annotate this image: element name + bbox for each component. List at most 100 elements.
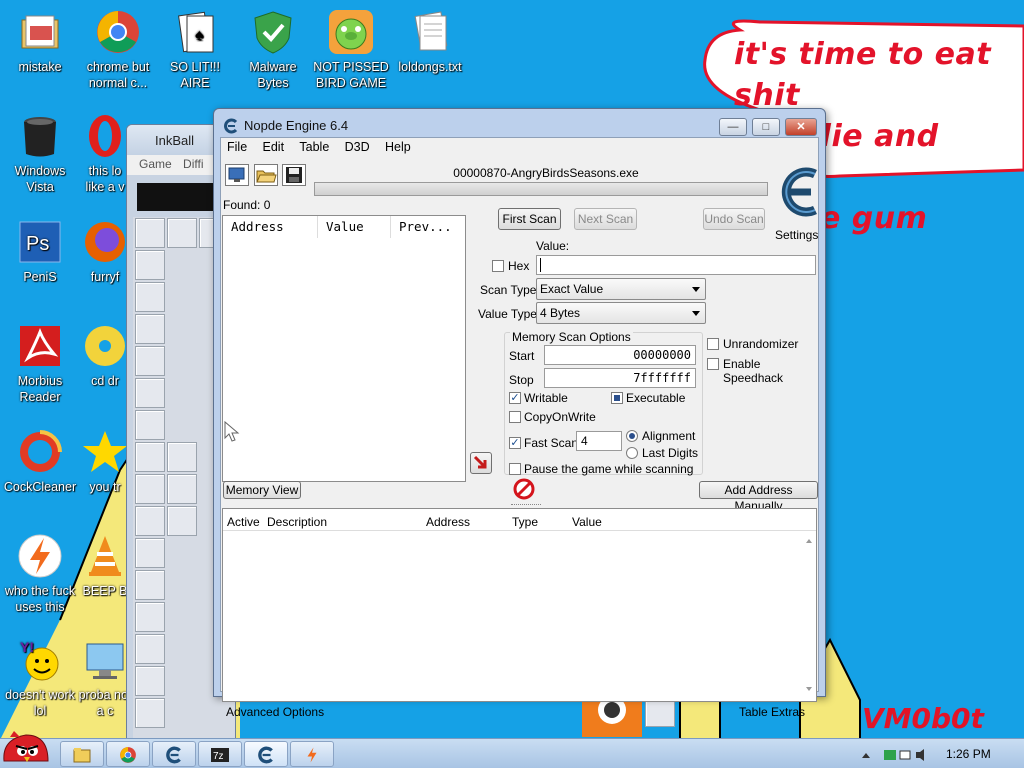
column-table-address[interactable]: Address (426, 515, 470, 529)
advanced-options-link[interactable]: Advanced Options (226, 705, 324, 719)
column-value[interactable]: Value (318, 216, 391, 238)
signature: VM0b0t (862, 702, 984, 735)
desktop-icon-mistake[interactable]: mistake (0, 8, 80, 75)
speedhack-checkbox[interactable] (707, 358, 719, 370)
table-extras-link[interactable]: Table Extras (739, 705, 805, 719)
next-scan-button[interactable]: Next Scan (574, 208, 637, 230)
desktop-icon-winamp[interactable]: who the fuck uses this (0, 532, 80, 615)
writable-checkbox[interactable]: ✓ (509, 392, 521, 404)
value-input[interactable] (536, 255, 816, 275)
photoshop-icon: Ps (19, 221, 61, 263)
memory-view-button[interactable]: Memory View (223, 481, 301, 499)
menu-file[interactable]: File (221, 138, 253, 154)
unrandomizer-checkbox[interactable] (707, 338, 719, 350)
desktop-icon-morbius-reader[interactable]: Morbius Reader (0, 322, 80, 405)
desktop-icon-firefox[interactable]: furryf (78, 218, 132, 285)
desktop-icon-cockcleaner[interactable]: CockCleaner (0, 428, 80, 495)
minimize-button[interactable]: — (719, 118, 747, 136)
window-titlebar[interactable]: Nopde Engine 6.4 — □ ✕ (214, 109, 825, 139)
open-file-button[interactable] (254, 164, 278, 186)
main-window[interactable]: Nopde Engine 6.4 — □ ✕ File Edit Table D… (213, 108, 826, 719)
menu-edit[interactable]: Edit (257, 138, 291, 154)
winamp-icon (18, 534, 62, 578)
desktop-icon-cd-drive[interactable]: cd dr (78, 322, 132, 389)
start-button-angry-bird-icon[interactable] (0, 727, 52, 768)
copyonwrite-label: CopyOnWrite (524, 410, 596, 424)
last-digits-radio[interactable] (626, 447, 638, 459)
desktop-icon-opera[interactable]: this lo like a v (78, 112, 132, 195)
start-address-input[interactable]: 00000000 (544, 345, 696, 365)
copyonwrite-checkbox[interactable] (509, 411, 521, 423)
menu-help[interactable]: Help (379, 138, 417, 154)
taskbar: 7z 1:26 PM (0, 731, 1024, 768)
settings-link[interactable]: Settings (775, 228, 818, 242)
select-process-button[interactable] (225, 164, 249, 186)
desktop-icon-monitor[interactable]: proba not a c (78, 636, 132, 719)
value-label: Value: (536, 239, 570, 253)
column-previous[interactable]: Prev... (391, 216, 465, 238)
window-client: File Edit Table D3D Help 00000870-AngryB… (220, 137, 821, 719)
undo-scan-button[interactable]: Undo Scan (703, 208, 765, 230)
save-button[interactable] (282, 164, 306, 186)
cheat-engine-logo-icon[interactable] (771, 160, 821, 224)
scan-results-list[interactable]: Address Value Prev... (222, 215, 466, 482)
maximize-button[interactable]: □ (752, 118, 780, 136)
splitter-handle[interactable] (511, 504, 541, 506)
stop-address-input[interactable]: 7fffffff (544, 368, 696, 388)
stop-icon[interactable] (513, 478, 535, 500)
column-table-value[interactable]: Value (572, 515, 602, 529)
desktop-icon-photoshop[interactable]: Ps PeniS (0, 218, 80, 285)
desktop-icon-bird-game[interactable]: NOT PISSED BIRD GAME (311, 8, 391, 91)
desktop-icon-solitaire[interactable]: ♠ SO LIT!!! AIRE (155, 8, 235, 91)
text-file-icon (414, 11, 448, 51)
value-type-select[interactable]: 4 Bytes (536, 302, 706, 324)
desktop-icon-yahoo[interactable]: Y! doesn't work lol (0, 636, 80, 719)
system-clock[interactable]: 1:26 PM (946, 747, 991, 761)
system-tray-icons[interactable] (860, 748, 930, 762)
taskbar-item-explorer[interactable] (60, 741, 104, 767)
taskbar-item-winamp[interactable] (290, 741, 334, 767)
scan-type-select[interactable]: Exact Value (536, 278, 706, 300)
fast-scan-alignment-input[interactable]: 4 (576, 431, 622, 451)
executable-label: Executable (626, 391, 686, 405)
window-title: Nopde Engine 6.4 (244, 118, 349, 133)
hex-label: Hex (508, 259, 530, 273)
taskbar-item-cheat-engine-active[interactable] (244, 741, 288, 767)
table-scrollbar[interactable] (804, 535, 814, 695)
desktop-icon-loldongs[interactable]: loldongs.txt (390, 8, 470, 75)
taskbar-item-chrome[interactable] (106, 741, 150, 767)
desktop-icon-vlc[interactable]: BEEP B (78, 532, 132, 599)
desktop-icon-label: proba not a c (78, 688, 132, 718)
column-description[interactable]: Description (267, 515, 327, 529)
column-type[interactable]: Type (512, 515, 538, 529)
scan-type-label: Scan Type (480, 283, 537, 297)
inkball-menu-difficulty[interactable]: Diffi (183, 157, 203, 171)
pause-game-checkbox[interactable] (509, 463, 521, 475)
column-address[interactable]: Address (223, 216, 318, 238)
address-table[interactable]: Active Description Address Type Value (222, 508, 817, 702)
add-address-manually-button[interactable]: Add Address Manually (699, 481, 818, 513)
executable-checkbox[interactable] (611, 392, 623, 404)
desktop-icon-chrome[interactable]: chrome but normal c... (78, 8, 158, 91)
desktop-icon-label: CockCleaner (3, 480, 77, 494)
svg-text:Ps: Ps (26, 233, 49, 255)
alignment-radio[interactable] (626, 430, 638, 442)
menu-table[interactable]: Table (293, 138, 335, 154)
desktop-icon-label: Malware Bytes (249, 60, 297, 90)
desktop-icon-star[interactable]: you tr (78, 428, 132, 495)
taskbar-item-cheat-engine[interactable] (152, 741, 196, 767)
desktop-icon-windows-vista[interactable]: Windows Vista (0, 112, 80, 195)
desktop-icon-malwarebytes[interactable]: Malware Bytes (233, 8, 313, 91)
add-to-list-button[interactable] (470, 452, 492, 474)
column-active[interactable]: Active (227, 515, 260, 529)
first-scan-button[interactable]: First Scan (498, 208, 561, 230)
hex-checkbox[interactable] (492, 260, 504, 272)
floppy-disk-icon (286, 167, 302, 183)
menu-d3d[interactable]: D3D (339, 138, 376, 154)
desktop-icon-label: Windows Vista (14, 164, 66, 194)
desktop-icon-label: BEEP B (82, 584, 128, 598)
close-button[interactable]: ✕ (785, 118, 817, 136)
taskbar-item-7zip[interactable]: 7z (198, 741, 242, 767)
inkball-menu-game[interactable]: Game (139, 157, 172, 171)
fast-scan-checkbox[interactable]: ✓ (509, 437, 521, 449)
